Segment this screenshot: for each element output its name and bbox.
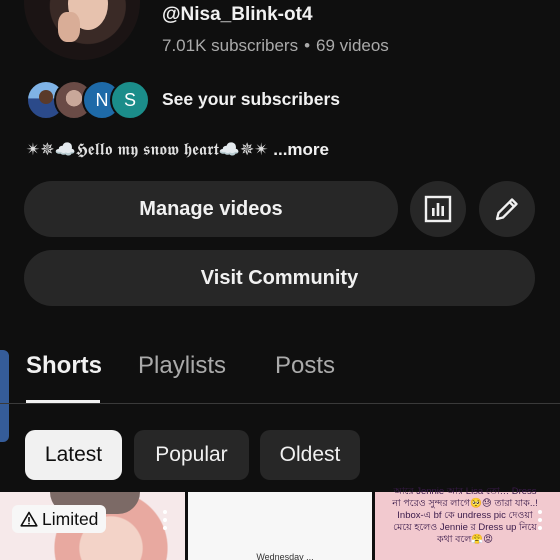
channel-avatar[interactable] bbox=[24, 0, 140, 60]
tabs-divider bbox=[0, 403, 560, 404]
see-subscribers-link[interactable]: See your subscribers bbox=[162, 89, 340, 110]
short-caption-text: Wednesday ... bbox=[256, 552, 314, 560]
tab-shorts[interactable]: Shorts bbox=[26, 352, 102, 380]
channel-tabs: Shorts Playlists Posts bbox=[0, 350, 560, 404]
limited-badge: Limited bbox=[12, 505, 107, 533]
analytics-icon bbox=[424, 195, 452, 223]
manage-videos-button[interactable]: Manage videos bbox=[24, 181, 398, 237]
filter-chip-oldest[interactable]: Oldest bbox=[260, 430, 360, 480]
tab-playlists[interactable]: Playlists bbox=[138, 352, 226, 380]
tab-posts[interactable]: Posts bbox=[275, 352, 335, 380]
analytics-button[interactable] bbox=[410, 181, 466, 237]
subscriber-avatar-letter: S bbox=[123, 89, 136, 110]
short-more-options-icon[interactable] bbox=[538, 510, 544, 530]
subscriber-count: 7.01K subscribers bbox=[162, 36, 299, 55]
channel-stats: 7.01K subscribers • 69 videos bbox=[162, 36, 389, 56]
video-count: 69 videos bbox=[316, 36, 389, 55]
subscriber-avatars[interactable]: N S bbox=[26, 80, 156, 120]
description-more-link[interactable]: ...more bbox=[273, 140, 329, 159]
channel-description[interactable]: ✴✵☁️𝕳𝖊𝖑𝖑𝖔 𝖒𝖞 𝖘𝖓𝖔𝖜 𝖍𝖊𝖆𝖗𝖙☁️✵✴ ...more bbox=[26, 140, 329, 160]
pencil-icon bbox=[495, 198, 518, 221]
limited-badge-label: Limited bbox=[42, 508, 99, 529]
filter-chip-latest[interactable]: Latest bbox=[25, 430, 122, 480]
short-more-options-icon[interactable] bbox=[163, 510, 169, 530]
subscriber-avatar-4: S bbox=[110, 80, 150, 120]
stats-separator: • bbox=[304, 36, 311, 55]
channel-page: @Nisa_Blink-ot4 7.01K subscribers • 69 vid… bbox=[0, 0, 560, 560]
edit-channel-button[interactable] bbox=[479, 181, 535, 237]
visit-community-button[interactable]: Visit Community bbox=[24, 250, 535, 306]
channel-handle: @Nisa_Blink-ot4 bbox=[162, 4, 313, 25]
filter-chip-popular[interactable]: Popular bbox=[134, 430, 249, 480]
short-caption-text: আরে Jennie আর Lisa তো… Dress না পরেও সুন… bbox=[392, 486, 538, 545]
warning-icon bbox=[20, 511, 38, 527]
description-text: ✴✵☁️𝕳𝖊𝖑𝖑𝖔 𝖒𝖞 𝖘𝖓𝖔𝖜 𝖍𝖊𝖆𝖗𝖙☁️✵✴ bbox=[26, 140, 269, 159]
short-thumbnail[interactable] bbox=[188, 492, 372, 560]
avatar-hand bbox=[58, 12, 80, 42]
subscriber-avatar-letter: N bbox=[95, 89, 109, 110]
